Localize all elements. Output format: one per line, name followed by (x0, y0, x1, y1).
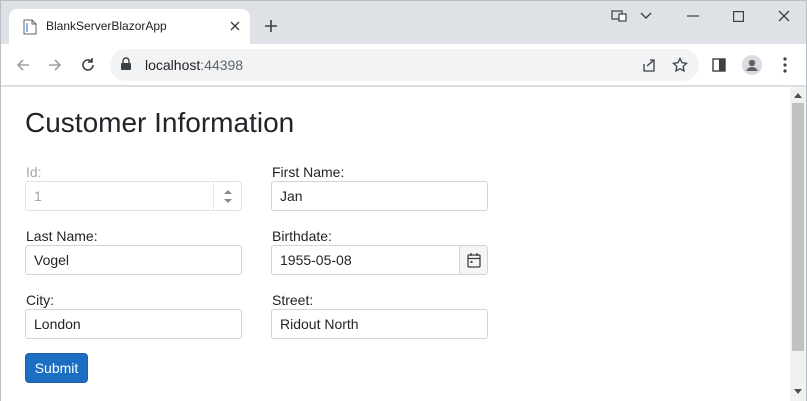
url-host: localhost (145, 57, 201, 73)
birthdate-value: 1955-05-08 (280, 252, 352, 268)
vertical-scrollbar[interactable] (790, 87, 806, 401)
tab-strip: BlankServerBlazorApp (1, 1, 806, 44)
browser-menu-icon[interactable] (774, 54, 796, 76)
address-bar[interactable]: localhost:44398 (110, 49, 699, 81)
submit-button[interactable]: Submit (25, 353, 88, 383)
browser-window: BlankServerBlazorApp localhost:44398 Cus… (0, 0, 807, 401)
birthdate-label: Birthdate: (272, 228, 332, 244)
street-label: Street: (272, 292, 314, 308)
maximize-icon[interactable] (726, 6, 750, 26)
tab-close-icon[interactable] (227, 18, 243, 34)
city-value: London (34, 316, 81, 332)
last-name-input[interactable]: Vogel (25, 245, 242, 275)
tab-search-chevron-icon[interactable] (634, 6, 658, 26)
scroll-up-arrow-icon[interactable] (790, 88, 806, 102)
street-input[interactable]: Ridout North (271, 309, 488, 339)
back-arrow-icon[interactable] (11, 53, 35, 77)
browser-toolbar: localhost:44398 (1, 44, 806, 86)
share-icon[interactable] (640, 56, 658, 74)
birthdate-input[interactable]: 1955-05-08 (271, 245, 488, 275)
city-input[interactable]: London (25, 309, 242, 339)
first-name-input[interactable]: Jan (271, 181, 488, 211)
id-label: Id: (26, 164, 42, 180)
id-value: 1 (34, 188, 42, 204)
street-value: Ridout North (280, 316, 359, 332)
reload-icon[interactable] (76, 53, 100, 77)
url-port: :44398 (200, 57, 244, 73)
id-input: 1 (25, 181, 242, 211)
url-text[interactable]: localhost:44398 (145, 57, 243, 73)
side-panel-icon[interactable] (708, 54, 730, 76)
cast-media-icon[interactable] (607, 6, 631, 26)
scroll-down-arrow-icon[interactable] (790, 385, 806, 399)
minimize-icon[interactable] (681, 6, 705, 26)
last-name-value: Vogel (34, 252, 70, 268)
first-name-label: First Name: (272, 164, 345, 180)
page-viewport: Customer Information Id: 1 First Name: J… (1, 87, 790, 401)
last-name-label: Last Name: (26, 228, 98, 244)
scrollbar-thumb[interactable] (792, 103, 804, 351)
close-window-icon[interactable] (772, 6, 796, 26)
first-name-value: Jan (280, 188, 303, 204)
city-label: City: (26, 292, 54, 308)
lock-icon[interactable] (120, 57, 134, 73)
browser-tab[interactable]: BlankServerBlazorApp (9, 9, 250, 44)
bookmark-star-icon[interactable] (671, 56, 689, 74)
new-tab-plus-icon[interactable] (261, 16, 281, 36)
page-favicon-icon (23, 19, 37, 35)
profile-avatar-icon[interactable] (741, 54, 763, 76)
id-spinner (213, 182, 241, 210)
forward-arrow-icon[interactable] (43, 53, 67, 77)
calendar-icon[interactable] (459, 246, 487, 274)
page-title: Customer Information (25, 107, 295, 138)
tab-title: BlankServerBlazorApp (46, 19, 167, 33)
